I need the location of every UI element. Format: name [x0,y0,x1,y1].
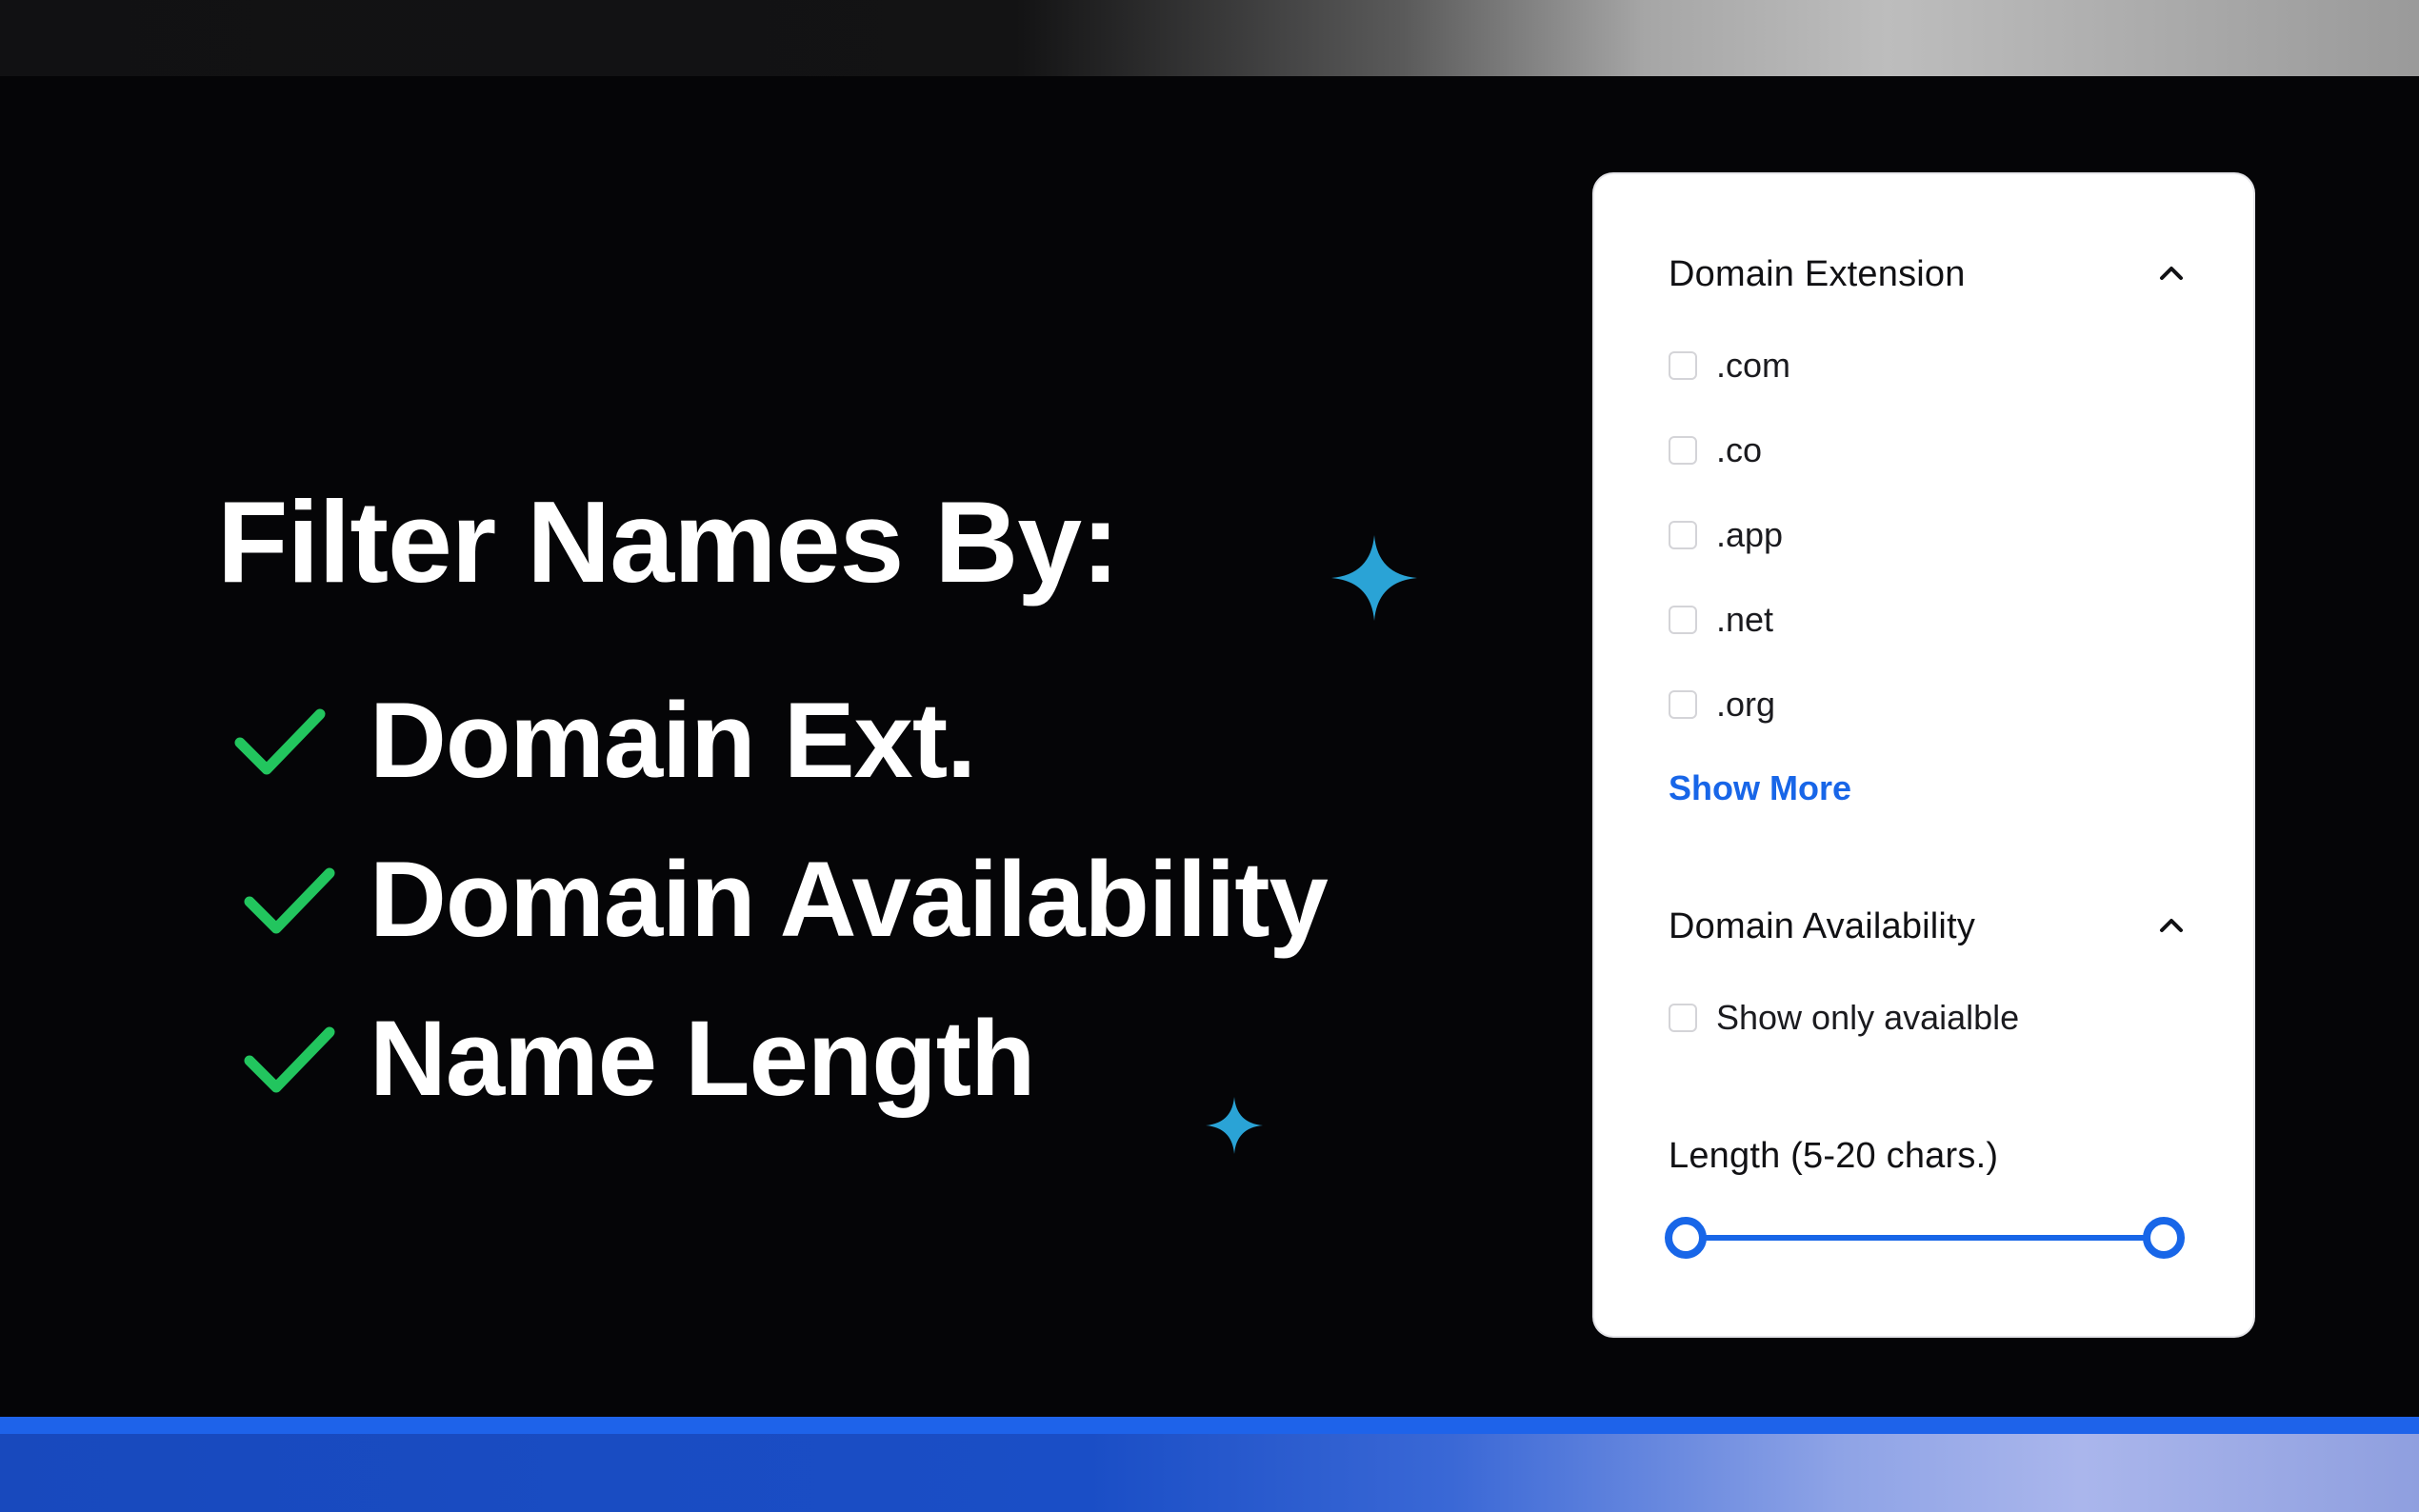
domain-extension-title[interactable]: Domain Extension [1669,254,1966,295]
option-label: .co [1716,430,1763,469]
show-more-link[interactable]: Show More [1669,768,1851,808]
check-icon [244,867,335,934]
extension-option-com[interactable]: .com [1669,341,1790,390]
option-label: .org [1716,685,1776,724]
feature-item-domain-ext: Domain Ext. [232,679,976,803]
length-title: Length (5-20 chars.) [1669,1136,1999,1176]
check-icon [234,708,326,775]
checkbox[interactable] [1669,521,1697,549]
headline: Filter Names By: [217,477,1120,607]
feature-item-name-length: Name Length [232,997,1035,1121]
checkbox[interactable] [1669,606,1697,634]
feature-label: Domain Availability [370,840,1329,959]
option-label: .app [1716,515,1784,554]
option-label: .net [1716,600,1774,639]
extension-option-app[interactable]: .app [1669,510,1783,560]
sparkle-icon [1331,535,1417,621]
availability-option[interactable]: Show only avaialble [1669,993,2019,1043]
feature-item-domain-availability: Domain Availability [232,838,1329,962]
extension-option-org[interactable]: .org [1669,680,1775,729]
length-range-slider[interactable] [1665,1214,2185,1262]
slider-range-fill [1686,1235,2164,1241]
checkbox[interactable] [1669,351,1697,380]
checkbox[interactable] [1669,1004,1697,1032]
chevron-up-icon[interactable] [2154,908,2189,943]
extension-option-net[interactable]: .net [1669,595,1773,645]
domain-availability-title[interactable]: Domain Availability [1669,906,1975,947]
feature-label: Domain Ext. [370,681,976,800]
bottom-accent-stripe [0,1417,2419,1434]
slider-max-thumb[interactable] [2143,1217,2185,1259]
checkbox[interactable] [1669,436,1697,465]
filter-panel: Domain Extension .com .co .app .net .org… [1594,174,2253,1336]
checkbox[interactable] [1669,690,1697,719]
extension-option-co[interactable]: .co [1669,426,1762,475]
option-label: Show only avaialble [1716,998,2020,1037]
check-icon [244,1026,335,1093]
option-label: .com [1716,346,1791,385]
top-gradient-band [0,0,2419,76]
feature-label: Name Length [370,999,1035,1118]
chevron-up-icon[interactable] [2154,256,2189,290]
bottom-gradient-band [0,1434,2419,1512]
slider-min-thumb[interactable] [1665,1217,1707,1259]
sparkle-icon [1206,1097,1263,1154]
